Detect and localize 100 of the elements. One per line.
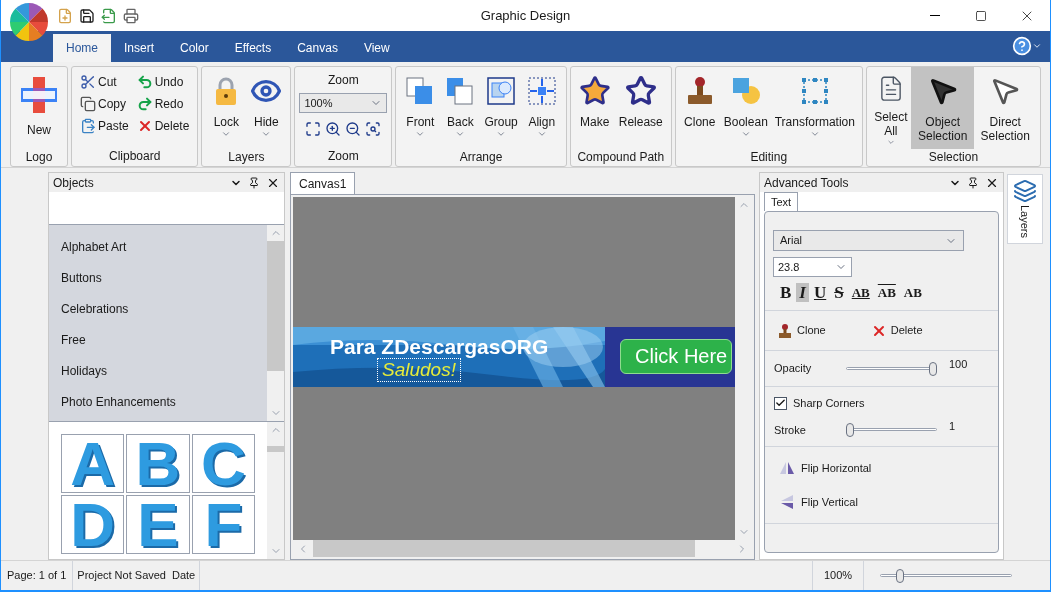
text-style-button[interactable]: U — [810, 283, 830, 302]
ribbon-button[interactable]: Hide — [246, 67, 287, 149]
category-item[interactable]: Alphabet Art — [49, 231, 267, 262]
scrollbar[interactable] — [267, 225, 284, 421]
zoom-fit-icon[interactable] — [305, 121, 322, 137]
flip-horizontal-icon — [779, 460, 795, 477]
zoom-in-icon[interactable] — [325, 121, 342, 137]
text-style-button[interactable]: S — [831, 283, 847, 302]
maximize-icon — [975, 9, 987, 22]
ribbon-tab[interactable]: Color — [167, 34, 222, 62]
ribbon-button[interactable]: Redo — [136, 93, 190, 115]
ribbon-button[interactable]: Group — [480, 67, 522, 149]
ribbon-button[interactable]: Front — [400, 67, 441, 149]
copy-icon — [80, 96, 96, 112]
font-dropdown[interactable]: Arial — [773, 230, 964, 251]
print-icon[interactable] — [123, 7, 139, 24]
ribbon-button[interactable]: New — [15, 67, 63, 149]
zoom-width-icon[interactable] — [365, 121, 382, 137]
redo-icon — [136, 96, 153, 112]
zoom-out-icon[interactable] — [345, 121, 362, 137]
flip-vertical-icon — [779, 493, 795, 510]
star-icon — [578, 75, 611, 107]
ribbon-tab[interactable]: Home — [53, 34, 111, 62]
scissors-icon — [80, 74, 96, 90]
minimize-icon — [930, 15, 940, 16]
ribbon-button[interactable]: Undo — [136, 71, 190, 93]
ribbon-button[interactable]: Object Selection — [910, 67, 975, 149]
ribbon-button[interactable]: Transformation — [771, 67, 858, 149]
stroke-label: Stroke — [774, 422, 807, 438]
opacity-label: Opacity — [774, 361, 813, 377]
checkbox-label: Sharp Corners — [793, 396, 865, 411]
panel-action-button[interactable]: Clone — [777, 322, 826, 339]
panel-title: Objects — [53, 174, 94, 192]
date-status: Date — [172, 561, 201, 590]
ribbon-button[interactable]: Back — [440, 67, 481, 149]
zoom-caption: Zoom — [328, 72, 359, 89]
category-item[interactable]: Free — [49, 324, 267, 355]
star-outline-icon — [624, 75, 657, 107]
text-style-button[interactable]: AB — [874, 283, 899, 302]
new-file-icon[interactable] — [57, 7, 73, 24]
ribbon-button[interactable]: Clone — [679, 67, 720, 149]
text-style-button[interactable]: B — [777, 283, 795, 302]
category-item[interactable]: Buttons — [49, 262, 267, 293]
project-status: Project Not Saved — [76, 568, 167, 584]
align-icon — [525, 75, 558, 107]
group-icon — [485, 75, 518, 107]
ribbon-button[interactable]: Delete — [136, 115, 190, 137]
ribbon-button[interactable]: Lock — [206, 67, 247, 149]
flip-button[interactable]: Flip Horizontal — [779, 460, 984, 477]
help-icon[interactable] — [1012, 36, 1032, 56]
ribbon-tab[interactable]: Effects — [221, 34, 285, 62]
slider-thumb[interactable] — [846, 422, 854, 437]
group-label: Logo — [25, 149, 53, 166]
layers-side-tab[interactable]: Layers — [1007, 174, 1043, 244]
ribbon-button[interactable]: Release — [614, 67, 667, 149]
scroll-thumb[interactable] — [267, 446, 284, 452]
scrollbar[interactable] — [267, 422, 284, 559]
zoom-dropdown[interactable]: 100% — [299, 93, 388, 113]
ribbon-button[interactable]: Direct Selection — [974, 67, 1036, 149]
ribbon-tab[interactable]: View — [350, 34, 403, 62]
ribbon-button[interactable]: Copy — [80, 93, 129, 115]
ribbon-button[interactable]: Boolean — [719, 67, 772, 149]
stamp-icon — [777, 322, 793, 339]
ribbon-tab[interactable]: Insert — [111, 34, 168, 62]
pin-icon[interactable] — [967, 176, 979, 189]
document-tab[interactable]: Canvas1 — [290, 172, 356, 194]
size-dropdown[interactable]: 23.8 — [773, 257, 852, 277]
category-item[interactable]: Celebrations — [49, 293, 267, 324]
caret-icon[interactable] — [1032, 41, 1042, 51]
stroke-value: 1 — [949, 418, 956, 434]
text-style-button[interactable]: I — [796, 283, 809, 302]
ribbon-button[interactable]: Select All — [870, 67, 911, 149]
ribbon-button[interactable]: Make — [574, 67, 615, 149]
export-icon[interactable] — [101, 7, 117, 24]
app-logo[interactable] — [9, 1, 49, 42]
ribbon-button[interactable]: Cut — [80, 71, 129, 93]
text-style-button[interactable]: AB — [848, 283, 873, 302]
slider-thumb[interactable] — [929, 361, 937, 376]
scroll-thumb[interactable] — [313, 540, 695, 557]
layers-icon — [1013, 179, 1037, 203]
ribbon-tab[interactable]: Canvas — [284, 34, 351, 62]
ribbon-button[interactable]: Align — [521, 67, 562, 149]
panel-action-button[interactable]: Delete — [870, 322, 923, 339]
category-item[interactable]: Photo Enhancements — [49, 386, 267, 417]
paste-icon — [80, 118, 96, 134]
group-label: Layers — [228, 149, 265, 166]
new-icon — [19, 75, 59, 115]
scroll-thumb[interactable] — [267, 241, 284, 371]
banner-headline: Para ZDescargasORG — [330, 333, 549, 360]
slider-thumb[interactable] — [895, 568, 904, 583]
undo-icon — [136, 74, 153, 90]
pin-icon[interactable] — [248, 176, 260, 189]
category-item[interactable]: Holidays — [49, 355, 267, 386]
group-label: Compound Path — [577, 149, 665, 166]
checkbox[interactable] — [774, 396, 787, 410]
text-style-button[interactable]: AB — [900, 283, 925, 302]
ribbon-button[interactable]: Paste — [80, 115, 129, 137]
flip-button[interactable]: Flip Vertical — [779, 493, 984, 510]
save-icon[interactable] — [79, 7, 95, 24]
group-label: Editing — [750, 149, 788, 166]
